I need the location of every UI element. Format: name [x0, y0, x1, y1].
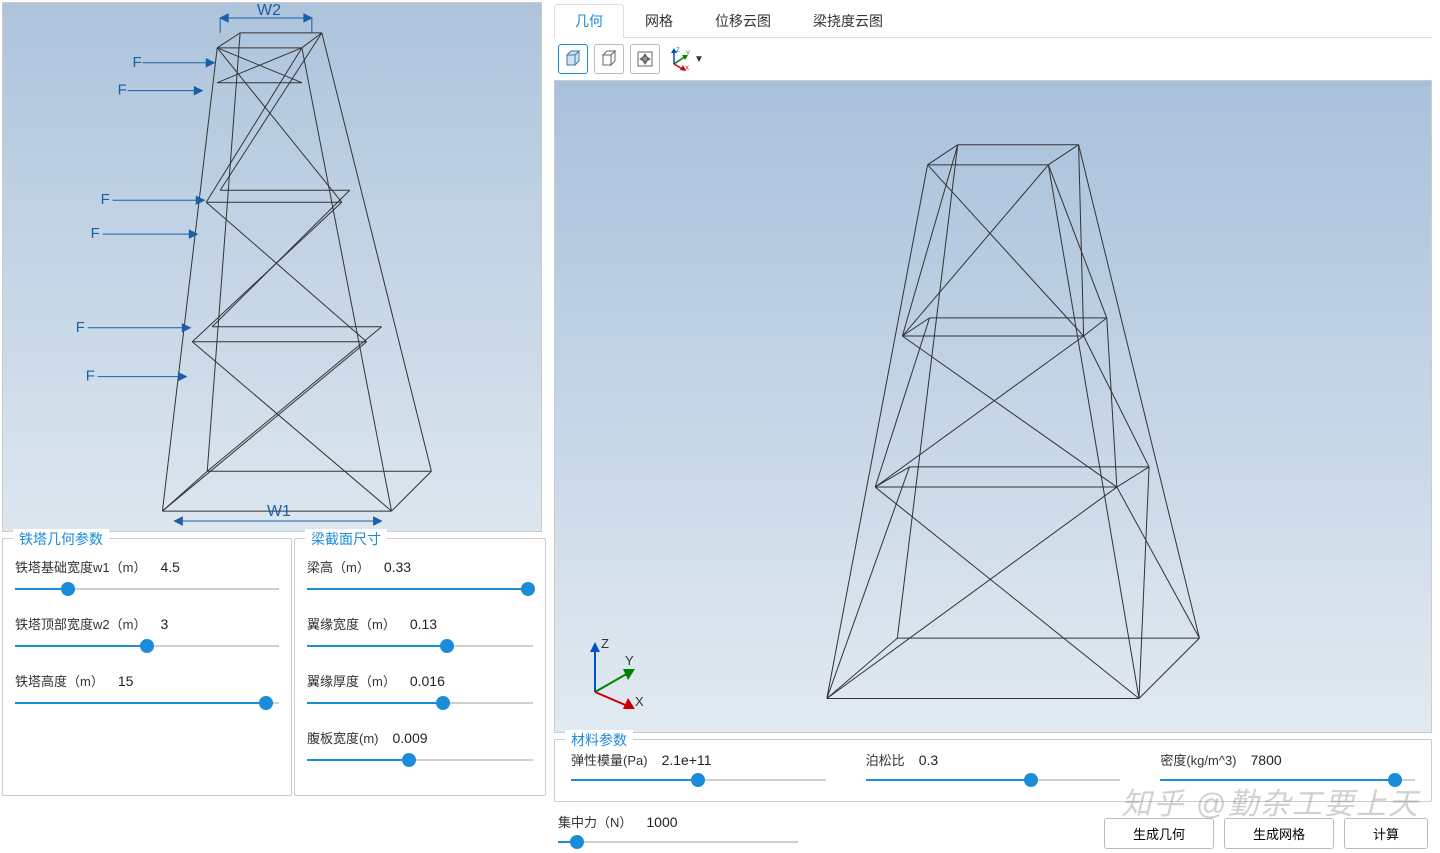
svg-text:Y: Y — [625, 653, 634, 668]
solid-view-button[interactable] — [558, 44, 588, 74]
force-label-6: F — [86, 368, 95, 385]
compute-button[interactable]: 计算 — [1344, 818, 1428, 849]
flange-t-label: 翼缘厚度（m） — [307, 671, 396, 690]
flange-t-value: 0.016 — [410, 673, 445, 689]
3d-viewport[interactable]: Z Y X — [554, 80, 1432, 733]
w2-label: 铁塔顶部宽度w2（m） — [15, 614, 146, 633]
density-label: 密度(kg/m^3) — [1160, 750, 1236, 769]
web-w-label: 腹板宽度(m) — [307, 728, 379, 747]
modulus-value: 2.1e+11 — [662, 752, 712, 768]
tower-geometry-title: 铁塔几何参数 — [13, 529, 109, 549]
axis-orientation-button[interactable]: Z Y X ▼ — [666, 44, 704, 74]
modulus-slider[interactable] — [571, 773, 826, 787]
tower-geometry-fieldset: 铁塔几何参数 铁塔基础宽度w1（m） 4.5 铁塔顶部宽度w2（m） 3 — [2, 538, 292, 796]
view-toolbar: Z Y X ▼ — [554, 38, 1432, 80]
poisson-slider[interactable] — [866, 773, 1121, 787]
force-label-2: F — [118, 82, 127, 99]
result-tabs: 几何 网格 位移云图 梁挠度云图 — [554, 4, 1432, 38]
height-label: 铁塔高度（m） — [15, 671, 104, 690]
force-value: 1000 — [646, 814, 677, 830]
flange-t-slider[interactable] — [307, 696, 533, 710]
poisson-value: 0.3 — [919, 752, 938, 768]
tab-geometry[interactable]: 几何 — [554, 4, 624, 38]
poisson-label: 泊松比 — [866, 750, 905, 769]
w1-label: W1 — [267, 503, 291, 520]
beam-height-slider[interactable] — [307, 582, 533, 596]
flange-w-label: 翼缘宽度（m） — [307, 614, 396, 633]
w2-label: W2 — [257, 3, 281, 19]
force-label: 集中力（N） — [558, 812, 632, 831]
w1-label: 铁塔基础宽度w1（m） — [15, 557, 146, 576]
force-label-3: F — [101, 191, 110, 208]
tab-displacement[interactable]: 位移云图 — [694, 4, 792, 37]
force-label-4: F — [91, 225, 100, 242]
force-slider[interactable] — [558, 835, 798, 849]
beam-section-fieldset: 梁截面尺寸 梁高（m） 0.33 翼缘宽度（m） 0.13 — [294, 538, 546, 796]
web-w-value: 0.009 — [393, 730, 428, 746]
fit-view-button[interactable] — [630, 44, 660, 74]
force-label-1: F — [133, 54, 142, 71]
svg-text:Y: Y — [686, 51, 690, 57]
flange-w-slider[interactable] — [307, 639, 533, 653]
w2-slider[interactable] — [15, 639, 279, 653]
beam-height-value: 0.33 — [384, 559, 411, 575]
density-value: 7800 — [1251, 752, 1282, 768]
tab-mesh[interactable]: 网格 — [624, 4, 694, 37]
svg-text:Z: Z — [676, 48, 680, 54]
web-w-slider[interactable] — [307, 753, 533, 767]
flange-w-value: 0.13 — [410, 616, 437, 632]
generate-geometry-button[interactable]: 生成几何 — [1104, 818, 1214, 849]
w1-value: 4.5 — [160, 559, 179, 575]
svg-text:X: X — [635, 694, 644, 709]
force-label-5: F — [76, 319, 85, 336]
axis-triad-icon: Z Y X — [575, 632, 655, 712]
beam-height-label: 梁高（m） — [307, 557, 370, 576]
w2-value: 3 — [160, 616, 168, 632]
generate-mesh-button[interactable]: 生成网格 — [1224, 818, 1334, 849]
material-title: 材料参数 — [565, 730, 633, 750]
schematic-diagram: W2 W1 F F F — [2, 2, 542, 532]
height-value: 15 — [118, 673, 134, 689]
svg-text:Z: Z — [601, 636, 609, 651]
modulus-label: 弹性模量(Pa) — [571, 750, 648, 769]
tab-deflection[interactable]: 梁挠度云图 — [792, 4, 904, 37]
w1-slider[interactable] — [15, 582, 279, 596]
beam-section-title: 梁截面尺寸 — [305, 529, 387, 549]
density-slider[interactable] — [1160, 773, 1415, 787]
material-fieldset: 材料参数 弹性模量(Pa) 2.1e+11 泊松比 0.3 — [554, 739, 1432, 802]
height-slider[interactable] — [15, 696, 279, 710]
chevron-down-icon: ▼ — [694, 54, 704, 65]
wireframe-view-button[interactable] — [594, 44, 624, 74]
svg-text:X: X — [685, 66, 689, 72]
